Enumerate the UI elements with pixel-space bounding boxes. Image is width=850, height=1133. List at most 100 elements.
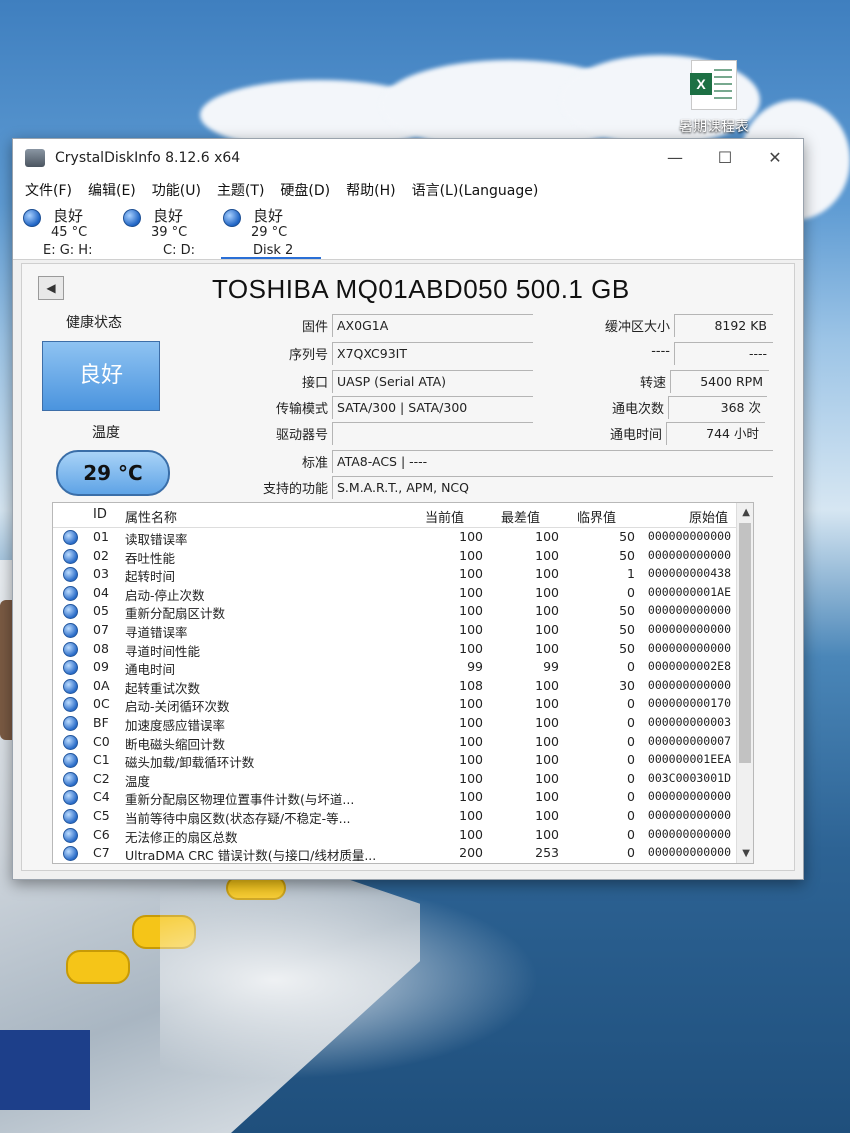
attr-current: 108 [459, 677, 483, 693]
table-row[interactable]: C1 磁头加载/卸载循环计数 100 100 0 000000001EEA [53, 751, 753, 770]
disk-tab[interactable]: 良好 45 °C E: G: H: [21, 203, 121, 259]
menu-edit[interactable]: 编辑(E) [88, 180, 136, 200]
table-row[interactable]: 09 通电时间 99 99 0 0000000002E8 [53, 658, 753, 677]
table-row[interactable]: 02 吞吐性能 100 100 50 000000000000 [53, 547, 753, 566]
attr-name: 温度 [125, 773, 151, 789]
attr-current: 100 [459, 529, 483, 544]
scroll-up-icon[interactable]: ▲ [742, 507, 750, 518]
status-good-icon [63, 641, 78, 657]
drive-letter-value [332, 422, 533, 445]
table-row[interactable]: C4 重新分配扇区物理位置事件计数(与坏道... 100 100 0 0000000000… [53, 788, 753, 807]
menu-file[interactable]: 文件(F) [25, 180, 72, 200]
disk-status: 良好 [53, 207, 84, 225]
attr-worst: 100 [535, 677, 559, 693]
column-worst[interactable]: 最差值 [501, 507, 540, 526]
status-good-icon [63, 697, 78, 713]
attr-threshold: 50 [619, 621, 635, 637]
attr-id: 08 [93, 640, 109, 656]
firmware-value: AX0G1A [332, 314, 533, 337]
table-row[interactable]: 08 寻道时间性能 100 100 50 000000000000 [53, 640, 753, 659]
table-row[interactable]: C6 无法修正的扇区总数 100 100 0 000000000000 [53, 826, 753, 845]
attr-threshold: 0 [627, 807, 635, 823]
table-body: 01 读取错误率 100 100 50 000000000000 02 吞吐性能 100 100 5… [53, 528, 753, 863]
disk-tab-active[interactable]: 良好 29 °C Disk 2 [221, 203, 321, 259]
menu-disk[interactable]: 硬盘(D) [280, 180, 330, 200]
table-row[interactable]: C0 断电磁头缩回计数 100 100 0 000000000007 [53, 733, 753, 752]
status-good-icon [63, 715, 78, 731]
attr-id: C1 [93, 752, 110, 768]
menu-help[interactable]: 帮助(H) [346, 180, 395, 200]
attr-id: C7 [93, 845, 110, 861]
attr-worst: 100 [535, 566, 559, 582]
scroll-down-icon[interactable]: ▼ [742, 848, 750, 859]
table-scrollbar[interactable]: ▲ ▼ [736, 503, 753, 863]
disk-tab[interactable]: 良好 39 °C C: D: [121, 203, 221, 259]
attr-current: 100 [459, 621, 483, 637]
disk-details-panel: ◀ TOSHIBA MQ01ABD050 500.1 GB 健康状态 良好 温度… [21, 263, 795, 871]
status-good-icon [63, 827, 78, 843]
standard-value: ATA8-ACS | ---- [332, 450, 773, 473]
desktop-icon-label: 暑期课程表 [679, 119, 749, 135]
features-value: S.M.A.R.T., APM, NCQ [332, 476, 773, 499]
status-good-icon [23, 209, 41, 227]
health-status-button[interactable]: 良好 [42, 341, 160, 411]
attr-threshold: 50 [619, 603, 635, 619]
table-row[interactable]: BF 加速度感应错误率 100 100 0 000000000003 [53, 714, 753, 733]
attr-worst: 100 [535, 584, 559, 600]
attr-id: 02 [93, 547, 109, 563]
table-row[interactable]: 05 重新分配扇区计数 100 100 50 000000000000 [53, 602, 753, 621]
minimize-button[interactable]: — [655, 145, 695, 171]
rotation-rate-label: 转速 [639, 376, 666, 391]
column-threshold[interactable]: 临界值 [577, 507, 616, 526]
table-row[interactable]: 03 起转时间 100 100 1 000000000438 [53, 565, 753, 584]
attr-threshold: 0 [627, 752, 635, 768]
table-row[interactable]: 0C 启动-关闭循环次数 100 100 0 000000000170 [53, 695, 753, 714]
transfer-mode-label: 传输模式 [275, 402, 328, 417]
attr-raw: 000000000000 [647, 789, 731, 804]
previous-disk-button[interactable]: ◀ [38, 276, 64, 300]
attr-name: 起转时间 [125, 569, 176, 585]
table-row[interactable]: C7 UltraDMA CRC 错误计数(与接口/线材质量... 200 253 0 00… [53, 844, 753, 863]
table-row[interactable]: C2 温度 100 100 0 003C0003001D [53, 770, 753, 789]
attr-raw: 000000000000 [647, 677, 731, 692]
disk-label: C: D: [163, 243, 195, 258]
table-row[interactable]: C5 当前等待中扇区数(状态存疑/不稳定-等... 100 100 0 000000000… [53, 807, 753, 826]
column-raw[interactable]: 原始值 [689, 507, 728, 526]
scrollbar-thumb[interactable] [739, 523, 751, 763]
maximize-button[interactable]: ☐ [705, 145, 745, 171]
status-good-icon [223, 209, 241, 227]
status-good-icon [63, 678, 78, 694]
attr-id: C2 [93, 770, 110, 786]
attr-id: 05 [93, 603, 109, 619]
menu-language[interactable]: 语言(L)(Language) [412, 180, 539, 200]
table-header: ID 属性名称 当前值 最差值 临界值 原始值 [53, 503, 753, 528]
drive-letter-label: 驱动器号 [275, 428, 328, 443]
attr-current: 100 [459, 714, 483, 730]
table-row[interactable]: 07 寻道错误率 100 100 50 000000000000 [53, 621, 753, 640]
table-row[interactable]: 04 启动-停止次数 100 100 0 0000000001AE [53, 584, 753, 603]
status-good-icon [63, 567, 78, 583]
title-bar[interactable]: CrystalDiskInfo 8.12.6 x64 — ☐ ✕ [13, 139, 803, 177]
table-row[interactable]: 0A 起转重试次数 108 100 30 000000000000 [53, 677, 753, 696]
app-icon [25, 149, 45, 167]
column-attribute-name[interactable]: 属性名称 [125, 507, 177, 526]
table-row[interactable]: 01 读取错误率 100 100 50 000000000000 [53, 528, 753, 547]
attr-id: 01 [93, 529, 109, 544]
power-on-hours-value: 744 小时 [666, 422, 765, 445]
status-good-icon [63, 846, 78, 862]
buffer-size-value: 8192 KB [674, 314, 773, 337]
status-good-icon [63, 790, 78, 806]
close-button[interactable]: ✕ [755, 145, 795, 171]
column-id[interactable]: ID [93, 507, 107, 522]
excel-icon: X [690, 60, 737, 110]
attr-raw: 000000000000 [647, 640, 731, 655]
smart-attributes-table[interactable]: ID 属性名称 当前值 最差值 临界值 原始值 01 读取错误率 100 100 50 0… [52, 502, 754, 864]
attr-id: 0C [93, 696, 110, 712]
column-current[interactable]: 当前值 [425, 507, 464, 526]
menu-function[interactable]: 功能(U) [152, 180, 201, 200]
menu-theme[interactable]: 主题(T) [217, 180, 264, 200]
standard-label: 标准 [301, 456, 328, 471]
desktop-file-icon[interactable]: X 暑期课程表 [674, 60, 754, 136]
attr-raw: 000000000000 [647, 529, 731, 543]
attr-name: 磁头加载/卸载循环计数 [125, 755, 255, 771]
